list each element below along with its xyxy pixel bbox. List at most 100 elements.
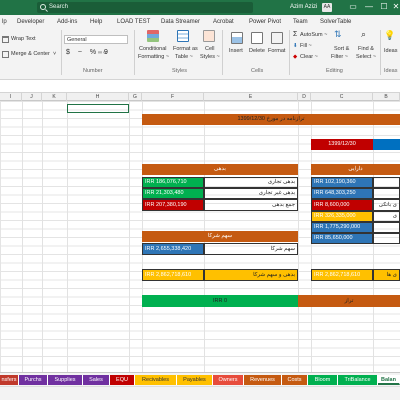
sheet-tab-balance-active[interactable]: Balan — [378, 375, 400, 385]
total-liab-equity-label[interactable]: بدهی و سهم شرکا — [204, 269, 298, 281]
liability-value-2[interactable]: IRR 21,303,480 — [142, 188, 204, 199]
tab-help[interactable]: Help — [90, 17, 102, 27]
search-box[interactable]: Search — [37, 2, 253, 13]
assets-header[interactable]: دارایی — [311, 164, 400, 175]
format-as-table-label-2[interactable]: Table ~ — [175, 54, 193, 61]
tab-developer[interactable]: Developer — [17, 17, 44, 27]
sheet-tab-costs[interactable]: Costs — [282, 375, 308, 385]
find-select-label-2[interactable]: Select ~ — [356, 54, 376, 61]
asset-value-4[interactable]: IRR 326,335,000 — [311, 211, 373, 222]
column-header-f[interactable]: F — [142, 93, 204, 101]
decimal-buttons[interactable]: ⁰⁰ ⁰⁰ — [98, 51, 107, 58]
column-header-k[interactable]: K — [42, 93, 67, 101]
merge-center-button[interactable]: Merge & Center — [11, 51, 50, 58]
equity-header[interactable]: سهم شرکا — [142, 231, 298, 242]
minimize-button[interactable]: — — [361, 0, 377, 15]
clear-icon: ◆ — [293, 54, 298, 60]
delete-button[interactable]: Delete — [249, 48, 265, 55]
wrap-text-button[interactable]: Wrap Text — [11, 36, 36, 43]
avatar[interactable]: AA — [322, 3, 332, 12]
asset-value-6[interactable]: IRR 85,650,000 — [311, 233, 373, 244]
liability-value-1[interactable]: IRR 186,076,710 — [142, 177, 204, 188]
sheet-tab-equ[interactable]: EQU — [110, 375, 135, 385]
tab-solver-table[interactable]: SolverTable — [320, 17, 351, 27]
equity-value[interactable]: IRR 2,655,338,420 — [142, 243, 204, 255]
column-header-h[interactable]: H — [67, 93, 129, 101]
total-assets-label[interactable]: ی ها — [373, 269, 400, 281]
column-header-i[interactable]: I — [0, 93, 22, 101]
liability-total-value[interactable]: IRR 207,380,190 — [142, 199, 204, 211]
asset-label-5[interactable] — [373, 222, 400, 233]
user-name[interactable]: Azim Azizi — [290, 0, 317, 15]
equity-label[interactable]: سهم شرکا — [204, 243, 298, 255]
column-header-j[interactable]: J — [22, 93, 42, 101]
column-header-c[interactable]: C — [311, 93, 373, 101]
format-as-table-label-1[interactable]: Format as — [173, 46, 198, 53]
balance-diff-label[interactable]: تراز — [298, 295, 400, 307]
sheet-tab-purchs[interactable]: Purchs — [19, 375, 48, 385]
sheet-tab-bloom[interactable]: Bloom — [308, 375, 338, 385]
column-header-g[interactable]: G — [129, 93, 142, 101]
formula-bar[interactable] — [0, 80, 400, 93]
find-select-label-1[interactable]: Find & — [358, 46, 374, 53]
tab-add-ins[interactable]: Add-ins — [57, 17, 77, 27]
cell-styles-label-1[interactable]: Cell — [205, 46, 214, 53]
column-header-b[interactable]: B — [373, 93, 400, 101]
liability-label-2[interactable]: بدهی غیر تجاری — [204, 188, 298, 199]
tab-data-streamer[interactable]: Data Streamer — [161, 17, 200, 27]
sheet-tab-revenues[interactable]: Revenues — [244, 375, 282, 385]
balance-sheet-title[interactable]: ترازنامه در مورخ 1399/12/30 — [142, 114, 400, 125]
tab-help-partial[interactable]: lp — [2, 17, 7, 27]
cell-styles-label-2[interactable]: Styles ~ — [200, 54, 220, 61]
tab-acrobat[interactable]: Acrobat — [213, 17, 234, 27]
sheet-tab-payables[interactable]: Payables — [177, 375, 213, 385]
liability-label-1[interactable]: بدهی تجاری — [204, 177, 298, 188]
balance-diff-value[interactable]: IRR 0 — [142, 295, 298, 307]
fill-button[interactable]: Fill ~ — [300, 43, 312, 50]
sort-filter-label-1[interactable]: Sort & — [334, 46, 349, 53]
ribbon-display-icon[interactable]: ▭ — [345, 0, 361, 15]
chevron-down-icon[interactable]: ˅ — [53, 51, 56, 58]
tab-power-pivot[interactable]: Power Pivot — [249, 17, 281, 27]
tab-team[interactable]: Team — [293, 17, 308, 27]
sheet-tab-sales[interactable]: Sales — [83, 375, 110, 385]
asset-label-2[interactable] — [373, 188, 400, 199]
asset-value-2[interactable]: IRR 648,303,250 — [311, 188, 373, 199]
maximize-button[interactable]: ☐ — [376, 0, 392, 15]
worksheet-grid[interactable]: ترازنامه در مورخ 1399/12/30 1399/12/30 ب… — [0, 101, 400, 372]
insert-button[interactable]: Insert — [229, 48, 243, 55]
asset-label-6[interactable] — [373, 233, 400, 244]
conditional-formatting-label-2[interactable]: Formatting ~ — [138, 54, 169, 61]
format-button[interactable]: Format — [268, 48, 285, 55]
tab-load-test[interactable]: LOAD TEST — [117, 17, 150, 27]
column-header-d[interactable]: D — [298, 93, 311, 101]
total-liab-equity-value[interactable]: IRR 2,862,718,610 — [142, 269, 204, 281]
asset-label-3[interactable]: ی بانکی — [373, 199, 400, 211]
asset-label-4[interactable]: ی — [373, 211, 400, 222]
total-assets-value[interactable]: IRR 2,862,718,610 — [311, 269, 373, 281]
delete-icon — [251, 32, 263, 44]
number-format-select[interactable]: General — [64, 35, 128, 44]
column-header-e[interactable]: E — [204, 93, 298, 101]
sheet-tab-transfers[interactable]: nsfers — [0, 375, 19, 385]
liability-total-label[interactable]: جمع بدهی — [204, 199, 298, 211]
asset-value-5[interactable]: IRR 1,775,290,000 — [311, 222, 373, 233]
date-blue-cell[interactable] — [373, 139, 400, 150]
asset-value-3[interactable]: IRR 8,600,000 — [311, 199, 373, 211]
liabilities-header[interactable]: بدهی — [142, 164, 298, 175]
close-button[interactable]: ✕ — [392, 0, 400, 15]
autosum-button[interactable]: AutoSum ~ — [300, 32, 327, 39]
date-cell[interactable]: 1399/12/30 — [311, 139, 373, 150]
asset-label-1[interactable] — [373, 177, 400, 188]
sheet-tab-tribalance[interactable]: TriBalance — [338, 375, 378, 385]
sheet-tab-owners[interactable]: Owners — [213, 375, 244, 385]
clear-button[interactable]: Clear ~ — [300, 54, 318, 61]
sheet-tab-supplies[interactable]: Supplies — [48, 375, 83, 385]
selected-cell[interactable] — [67, 104, 129, 113]
asset-value-1[interactable]: IRR 102,190,360 — [311, 177, 373, 188]
ideas-button[interactable]: Ideas — [384, 48, 397, 55]
grid-line — [298, 101, 299, 372]
sort-filter-label-2[interactable]: Filter ~ — [331, 54, 348, 61]
conditional-formatting-label-1[interactable]: Conditional — [139, 46, 167, 53]
sheet-tab-recivables[interactable]: Recivables — [135, 375, 177, 385]
